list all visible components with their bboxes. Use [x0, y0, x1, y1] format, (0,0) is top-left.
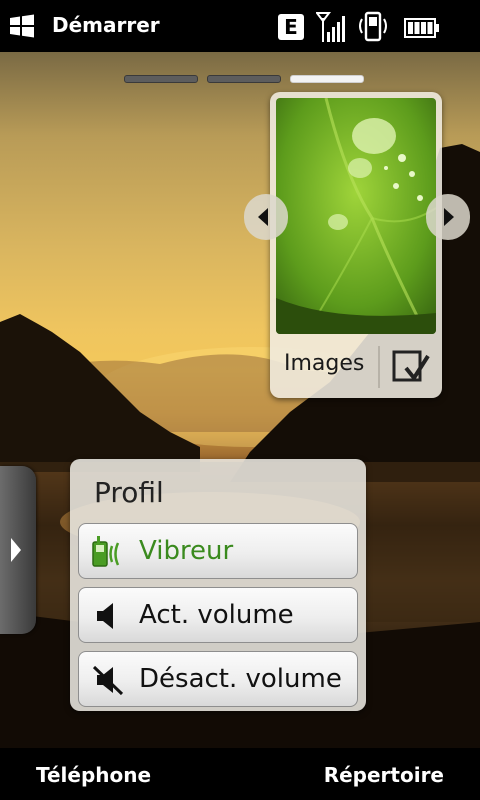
speaker-muted-icon [92, 665, 124, 696]
status-bar: Démarrer E [0, 0, 480, 52]
profile-title: Profil [94, 476, 164, 509]
next-image-button[interactable] [426, 194, 470, 240]
windows-logo-icon[interactable] [8, 12, 36, 40]
images-thumbnail[interactable] [276, 98, 436, 334]
volume-on-label: Act. volume [139, 600, 294, 630]
contacts-softkey[interactable]: Répertoire [324, 763, 444, 787]
battery-icon [404, 18, 439, 38]
page-dot-2[interactable] [207, 75, 281, 83]
signal-strength-icon [316, 12, 345, 42]
images-label[interactable]: Images [284, 351, 364, 376]
chevron-right-icon [444, 208, 454, 226]
vibrate-profile-button[interactable]: Vibreur [78, 523, 358, 579]
volume-off-button[interactable]: Désact. volume [78, 651, 358, 707]
page-dot-1[interactable] [124, 75, 198, 83]
vibrate-icon [92, 536, 120, 567]
vibrate-mode-icon [359, 11, 387, 42]
images-divider [378, 346, 380, 388]
volume-off-label: Désact. volume [139, 664, 342, 694]
previous-image-button[interactable] [244, 194, 288, 240]
vibrate-label: Vibreur [139, 536, 234, 566]
chevron-right-icon [11, 538, 21, 562]
start-menu-label[interactable]: Démarrer [52, 13, 160, 37]
soft-key-bar: Téléphone Répertoire [0, 748, 480, 800]
edge-network-icon: E [278, 14, 304, 40]
page-dot-3-active[interactable] [290, 75, 364, 83]
leaf-photo [276, 98, 436, 334]
volume-on-button[interactable]: Act. volume [78, 587, 358, 643]
checkbox-icon[interactable] [390, 346, 432, 388]
phone-softkey[interactable]: Téléphone [36, 763, 151, 787]
chevron-left-icon [258, 208, 268, 226]
side-panel-tab[interactable] [0, 466, 36, 634]
speaker-icon [97, 603, 113, 629]
